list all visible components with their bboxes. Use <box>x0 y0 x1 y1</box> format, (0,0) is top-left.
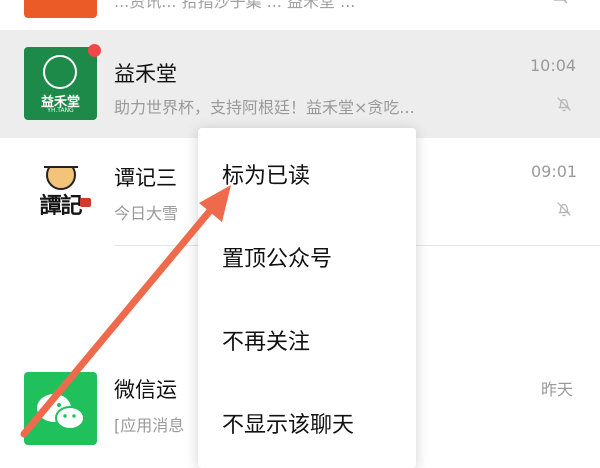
chat-title: 谭记三 <box>114 166 177 190</box>
menu-item-mark-read[interactable]: 标为已读 <box>222 158 310 190</box>
menu-item-pin-account[interactable]: 置顶公众号 <box>222 241 332 273</box>
avatar-tanji: 譚記 <box>24 158 97 231</box>
chat-row-yihetang[interactable]: 益禾堂 YH.TANG 益禾堂 助力世界杯，支持阿根廷！益禾堂×贪吃... 10… <box>0 30 600 138</box>
unread-dot <box>88 44 101 57</box>
avatar-yihetang: 益禾堂 YH.TANG <box>24 47 97 120</box>
avatar-brand-subtext: YH.TANG <box>47 107 74 114</box>
context-menu: 标为已读 置顶公众号 不再关注 不显示该聊天 <box>198 128 416 468</box>
wechat-chat-bubbles-icon <box>37 394 85 430</box>
brand-emblem-icon <box>43 55 77 89</box>
chat-preview: 助力世界杯，支持阿根廷！益禾堂×贪吃... <box>114 98 415 117</box>
chat-time: 09:01 <box>531 162 578 181</box>
top-partial-row[interactable]: ...资讯... 拾指沙子集 ... 益禾堂 ... <box>0 0 600 30</box>
avatar-stamp <box>80 198 91 207</box>
avatar-cap <box>44 158 78 168</box>
chat-title: 益禾堂 <box>114 62 177 86</box>
chat-time: 昨天 <box>541 380 574 399</box>
bell-slash-icon <box>557 97 571 112</box>
chat-preview: 今日大雪 <box>114 204 179 223</box>
top-avatar <box>24 0 97 18</box>
menu-item-unfollow[interactable]: 不再关注 <box>222 324 310 356</box>
chat-title: 微信运 <box>114 378 177 402</box>
avatar-wechat-sport <box>24 372 97 445</box>
menu-item-hide-chat[interactable]: 不显示该聊天 <box>222 407 354 439</box>
top-row-preview: ...资讯... 拾指沙子集 ... 益禾堂 ... <box>114 0 356 11</box>
chat-time: 10:04 <box>530 56 577 75</box>
bell-slash-icon <box>554 0 568 4</box>
bell-slash-icon <box>557 202 571 217</box>
chat-preview: [应用消息 <box>114 416 185 435</box>
